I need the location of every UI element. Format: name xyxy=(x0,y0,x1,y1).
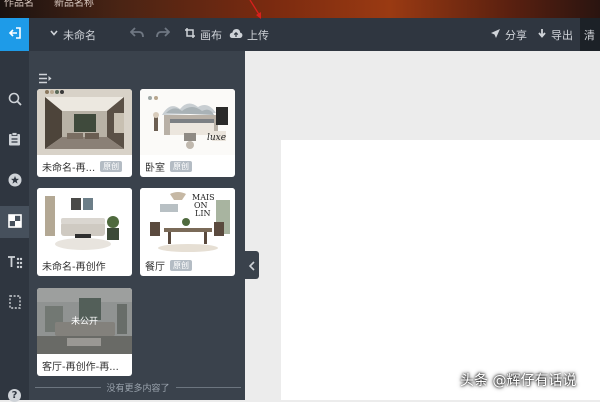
text-effect-icon xyxy=(7,254,23,273)
crop-frame-icon xyxy=(8,294,22,313)
divider xyxy=(175,387,242,388)
top-toolbar: 未命名 画布 上传 分享 导出 清 xyxy=(0,18,600,51)
thumb-text: luxe xyxy=(207,133,227,143)
clipboard-icon xyxy=(8,131,21,150)
upload-label: 上传 xyxy=(247,28,269,42)
design-card[interactable]: 未命名-再创作 xyxy=(37,188,132,276)
doc-name: 未命名 xyxy=(63,28,96,42)
card-title: 未命名-再... xyxy=(42,162,96,174)
share-label: 分享 xyxy=(505,28,527,42)
card-thumbnail xyxy=(37,188,132,254)
annotation-arrow-icon xyxy=(249,0,261,19)
clear-label: 清 xyxy=(584,28,595,42)
crop-frame-tool[interactable] xyxy=(0,287,29,319)
card-title: 卧室 xyxy=(145,162,165,174)
original-badge: 原创 xyxy=(170,160,192,172)
original-badge: 原创 xyxy=(100,160,123,172)
export-label: 导出 xyxy=(551,28,573,42)
card-thumbnail: luxe xyxy=(140,89,235,155)
search-icon xyxy=(8,91,22,110)
export-button[interactable]: 导出 xyxy=(537,18,573,51)
clear-button[interactable]: 清 xyxy=(580,18,600,51)
card-thumbnail xyxy=(37,89,132,155)
top-strip: 作品名 新品名称 xyxy=(0,0,600,18)
tool-sidebar: ? xyxy=(0,51,29,402)
text-effect-tool[interactable] xyxy=(0,247,29,279)
top-strip-text: 新品名称 xyxy=(54,0,94,9)
upload-button[interactable]: 上传 xyxy=(229,18,269,51)
doc-name-dropdown[interactable]: 未命名 xyxy=(49,18,96,51)
design-card[interactable]: 未公开 客厅-再创作-再... xyxy=(37,288,132,376)
chevron-left-icon xyxy=(248,256,256,275)
card-title: 客厅-再创作-再... xyxy=(42,361,119,373)
send-icon xyxy=(490,28,501,42)
original-badge: 原创 xyxy=(170,259,192,271)
card-caption: 餐厅 原创 xyxy=(140,254,235,276)
list-toggle-icon[interactable] xyxy=(38,69,52,88)
clipboard-tool[interactable] xyxy=(0,124,29,156)
undo-button[interactable] xyxy=(129,18,144,51)
favorites-tool[interactable] xyxy=(0,165,29,197)
design-card[interactable]: MAIS ON LIN 餐厅 原创 xyxy=(140,188,235,276)
help-button[interactable]: ? xyxy=(0,381,29,402)
chevron-down-icon xyxy=(49,28,59,41)
templates-panel: 未命名-再... 原创 luxe 卧室 原创 未命名-再创作 MAIS ON L… xyxy=(29,51,245,400)
card-thumbnail: 未公开 xyxy=(37,288,132,354)
card-thumbnail: MAIS ON LIN xyxy=(140,188,235,254)
card-title: 餐厅 xyxy=(145,261,165,273)
card-title: 未命名-再创作 xyxy=(42,261,106,273)
card-caption: 未命名-再创作 xyxy=(37,254,132,276)
canvas-button[interactable]: 画布 xyxy=(184,18,222,51)
canvas-label: 画布 xyxy=(200,28,222,42)
no-more-text: 没有更多内容了 xyxy=(106,384,170,394)
search-tool[interactable] xyxy=(0,84,29,116)
star-icon xyxy=(8,172,22,191)
design-canvas[interactable] xyxy=(281,140,600,400)
templates-tool[interactable] xyxy=(0,206,29,238)
card-caption: 卧室 原创 xyxy=(140,155,235,177)
template-icon xyxy=(7,213,22,232)
redo-button[interactable] xyxy=(156,18,171,51)
canvas-icon xyxy=(184,27,196,42)
cloud-upload-icon xyxy=(229,28,243,42)
private-label: 未公开 xyxy=(70,317,98,327)
design-card[interactable]: 未命名-再... 原创 xyxy=(37,89,132,177)
divider xyxy=(35,387,101,388)
watermark: 头条 @辉仔有话说 xyxy=(460,373,577,389)
design-card[interactable]: luxe 卧室 原创 xyxy=(140,89,235,177)
thumb-text: LIN xyxy=(195,209,211,218)
redo-icon xyxy=(156,27,171,42)
top-strip-text: 作品名 xyxy=(4,0,34,9)
help-icon: ? xyxy=(8,389,21,402)
download-icon xyxy=(537,28,547,42)
collapse-panel-button[interactable] xyxy=(245,251,259,279)
share-button[interactable]: 分享 xyxy=(490,18,527,51)
exit-button[interactable] xyxy=(0,18,29,51)
end-of-list: 没有更多内容了 xyxy=(35,381,242,394)
exit-icon xyxy=(8,25,22,44)
card-caption: 客厅-再创作-再... xyxy=(37,354,132,376)
card-caption: 未命名-再... 原创 xyxy=(37,155,132,177)
undo-icon xyxy=(129,27,144,42)
